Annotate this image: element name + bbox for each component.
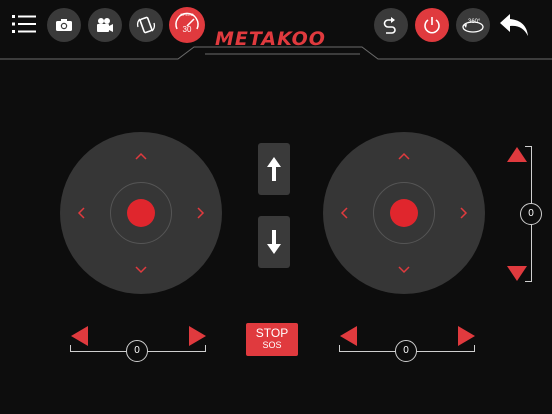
right-joystick-knob[interactable] xyxy=(390,199,418,227)
down-button[interactable] xyxy=(258,216,290,268)
left-joystick[interactable] xyxy=(60,132,222,294)
left-trim-tick xyxy=(205,345,206,352)
chevron-left-icon xyxy=(340,207,348,219)
right-trim-right-icon[interactable] xyxy=(457,326,475,346)
up-button[interactable] xyxy=(258,143,290,195)
left-trim-value[interactable]: 0 xyxy=(126,340,148,362)
left-trim-left-icon[interactable] xyxy=(71,326,89,346)
vertical-trim-tick xyxy=(525,146,532,147)
right-trim-left-icon[interactable] xyxy=(340,326,358,346)
header-divider xyxy=(0,46,552,60)
left-trim-tick xyxy=(70,345,71,352)
vertical-trim-down-icon[interactable] xyxy=(507,265,527,281)
left-joystick-knob[interactable] xyxy=(127,199,155,227)
chevron-down-icon xyxy=(135,266,147,274)
stop-sos-button[interactable]: STOP SOS xyxy=(246,323,298,356)
left-trim-right-icon[interactable] xyxy=(188,326,206,346)
chevron-right-icon xyxy=(460,207,468,219)
vertical-trim-tick xyxy=(525,281,532,282)
right-trim-tick xyxy=(339,345,340,352)
top-bar: SPEED 30 METAKOO 360° xyxy=(0,0,552,60)
right-trim-value[interactable]: 0 xyxy=(395,340,417,362)
chevron-up-icon xyxy=(135,152,147,160)
chevron-left-icon xyxy=(77,207,85,219)
right-joystick[interactable] xyxy=(323,132,485,294)
chevron-down-icon xyxy=(398,266,410,274)
right-trim-tick xyxy=(474,345,475,352)
chevron-up-icon xyxy=(398,152,410,160)
sos-label: SOS xyxy=(262,340,282,350)
stop-label: STOP xyxy=(255,326,289,340)
vertical-trim-up-icon[interactable] xyxy=(507,147,527,163)
arrow-down-icon xyxy=(267,230,281,254)
chevron-right-icon xyxy=(197,207,205,219)
vertical-trim-value[interactable]: 0 xyxy=(520,203,542,225)
arrow-up-icon xyxy=(267,157,281,181)
